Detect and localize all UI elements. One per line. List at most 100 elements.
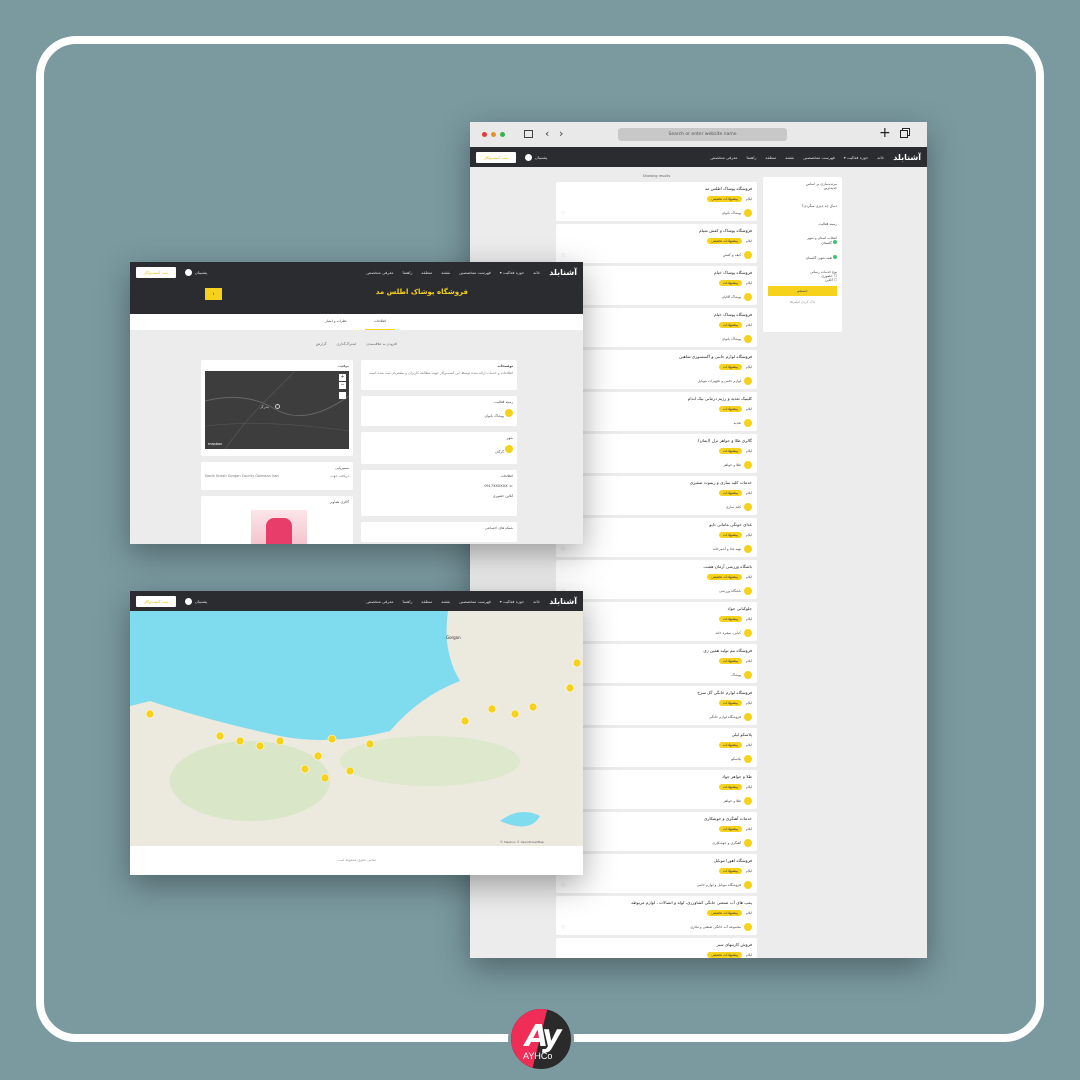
keyword-input[interactable]: دنبال چه چیزی میگردی؟ [768,204,837,208]
nav-item[interactable]: خانه [533,599,540,604]
register-business-button[interactable]: ثبت کسب‌وکار [476,151,516,163]
nav-item[interactable]: معرفی متخصص [710,155,737,160]
listing-card[interactable]: فروشگاه پوشاک خیام ایلام پیشنهادات پوشاک … [556,308,757,347]
listing-card[interactable]: گالری طلا و جواهر تزل (ایمان) ایلام پیشنه… [556,434,757,473]
listing-card[interactable]: طلا و جواهر جواد ایلام پیشنهادات طلا و جو… [556,770,757,809]
close-dot[interactable] [482,132,487,137]
nav-item[interactable]: معرفی متخصص [366,599,393,604]
support-menu[interactable]: پشتیبان [524,153,547,161]
nav-item[interactable]: خانه [533,270,540,275]
heart-icon[interactable]: ♡ [561,211,565,217]
card-title[interactable]: فروشگاه لوازم جانبی و آکسسوری شاهین [561,354,752,359]
nav-item[interactable]: منطقه [765,155,776,160]
location-map[interactable]: بندرگز + − mapbox [205,371,349,449]
business-marker[interactable] [320,773,330,783]
card-title[interactable]: باشگاه ورزشی آرمان هشت [561,564,752,569]
listing-card[interactable]: فروشگاه اهورا موبایل ایلام پیشنهادات فروش… [556,854,757,893]
card-title[interactable]: خدمات کلید سازی و ریموت صفیری [561,480,752,485]
card-title[interactable]: پمپ های آب صنعتی خانگی کشاورزی، لوله و ا… [561,900,752,905]
business-marker[interactable] [235,736,245,746]
nav-item[interactable]: نقشه [785,155,794,160]
share-button[interactable]: اشتراک‌گذاری [336,342,356,346]
business-marker[interactable] [327,734,337,744]
listing-card[interactable]: کلینیک تغذیه و رژیم درمانی نیک اندام ایل… [556,392,757,431]
nav-item[interactable]: حوزه فعالیت ▾ [500,599,525,604]
card-title[interactable]: خدمات آهنگری و جوشکاری [561,816,752,821]
listing-card[interactable]: فروشگاه پوشاک خیام ایلام پیشنهادات پوشاک … [556,266,757,305]
fullscreen-button[interactable] [339,392,346,399]
card-title[interactable]: فروشگاه پوشاک خیام [561,312,752,317]
business-marker[interactable] [300,764,310,774]
nav-item[interactable]: فهرست متخصصین [459,270,491,275]
hero-button[interactable]: ۱ [205,288,222,300]
card-title[interactable]: فروشگاه تیم تولید همین زی [561,648,752,653]
card-title[interactable]: فروش کارتنهای سبز [561,942,752,947]
sort-select[interactable]: جدیدترین [768,186,837,190]
nav-item[interactable]: نقشه [441,599,450,604]
listing-card[interactable]: خدمات آهنگری و جوشکاری ایلام پیشنهادات آه… [556,812,757,851]
support-menu[interactable]: پشتیبان [184,268,207,276]
gallery-image[interactable] [251,510,307,544]
clear-filters-link[interactable]: پاک کردن فیلترها [768,300,837,304]
listing-card[interactable]: فروشگاه تیم تولید همین زی ایلام پیشنهادات… [556,644,757,683]
card-title[interactable]: طلا و جواهر جواد [561,774,752,779]
business-marker[interactable] [565,683,575,693]
nav-item[interactable]: معرفی متخصص [366,270,393,275]
listing-card[interactable]: پلاسکو لیلی ایلامپیشنهادات پلاسکو ♡ [556,728,757,767]
new-tab-icon[interactable]: + [879,125,891,141]
zoom-in-button[interactable]: + [339,374,346,381]
heart-icon[interactable]: ♡ [561,253,565,259]
listing-card[interactable]: غذای خونگی مامانی دایو ایلام پیشنهادات ته… [556,518,757,557]
nav-item[interactable]: فهرست متخصصین [803,155,835,160]
city-select[interactable]: همه شهر: گلستان [768,255,837,260]
minimize-dot[interactable] [491,132,496,137]
register-business-button[interactable]: ثبت کسب‌وکار [136,595,176,607]
business-marker[interactable] [528,702,538,712]
listing-card[interactable]: فروش کارتنهای سبز ایلام پیشنهادات تخفیفی … [556,938,757,958]
business-marker[interactable] [460,716,470,726]
heart-icon[interactable]: ♡ [561,547,565,553]
nav-item[interactable]: راهنما [747,155,757,160]
business-marker[interactable] [215,731,225,741]
businesses-map[interactable]: Gorgan © Mapbox © OpenStreetMap [130,611,583,846]
heart-icon[interactable]: ♡ [561,925,565,931]
card-title[interactable]: فروشگاه پوشاک اطلس مد [561,186,752,191]
tabs-icon[interactable] [900,130,908,138]
phone-row[interactable]: ☏ 0917XXXXXX [365,484,513,488]
business-marker[interactable] [365,739,375,749]
listing-card[interactable]: باشگاه ورزشی آرمان هشت ایلام پیشنهادات تخ… [556,560,757,599]
nav-item[interactable]: حوزه فعالیت ▾ [500,270,525,275]
activity-select[interactable]: زمینه فعالیت [768,222,837,226]
card-title[interactable]: غذای خونگی مامانی دایو [561,522,752,527]
listing-card[interactable]: جلوکبابی جواد ایلام پیشنهادات کبابی، سفره… [556,602,757,641]
listing-card[interactable]: پمپ های آب صنعتی خانگی کشاورزی، لوله و ا… [556,896,757,935]
nav-item[interactable]: راهنما [403,270,413,275]
business-marker[interactable] [145,709,155,719]
business-marker[interactable] [487,704,497,714]
nav-item[interactable]: خانه [877,155,884,160]
listing-card[interactable]: فروشگاه لوازم خانگی گل سرخ ایلام پیشنهادا… [556,686,757,725]
card-title[interactable]: پلاسکو لیلی [561,732,752,737]
site-logo[interactable]: آشنابلد [549,268,577,277]
site-logo[interactable]: آشنابلد [549,597,577,606]
card-title[interactable]: جلوکبابی جواد [561,606,752,611]
search-button[interactable]: جستجو [768,286,837,296]
card-title[interactable]: گالری طلا و جواهر تزل (ایمان) [561,438,752,443]
address-bar[interactable]: Search or enter website name [618,128,787,141]
listing-card[interactable]: فروشگاه پوشاک اطلس مد ایلام پیشنهادات تخف… [556,182,757,221]
province-select[interactable]: گلستان [768,240,837,245]
directions-link[interactable]: دریافت جهت [330,474,349,478]
nav-item[interactable]: فهرست متخصصین [459,599,491,604]
register-business-button[interactable]: ثبت کسب‌وکار [136,266,176,278]
listing-card[interactable]: خدمات کلید سازی و ریموت صفیری ایلام پیشنه… [556,476,757,515]
site-logo[interactable]: آشنابلد [893,153,921,162]
tab-reviews[interactable]: نظرات و امتیاز [325,319,347,323]
sidebar-icon[interactable] [524,130,533,138]
nav-item[interactable]: منطقه [421,599,432,604]
listing-card[interactable]: فروشگاه لوازم جانبی و آکسسوری شاهین ایلا… [556,350,757,389]
nav-item[interactable]: نقشه [441,270,450,275]
listing-card[interactable]: فروشگاه پوشاک و کفش شیام ایلام پیشنهادات … [556,224,757,263]
card-title[interactable]: فروشگاه اهورا موبایل [561,858,752,863]
maximize-dot[interactable] [500,132,505,137]
card-title[interactable]: فروشگاه لوازم خانگی گل سرخ [561,690,752,695]
